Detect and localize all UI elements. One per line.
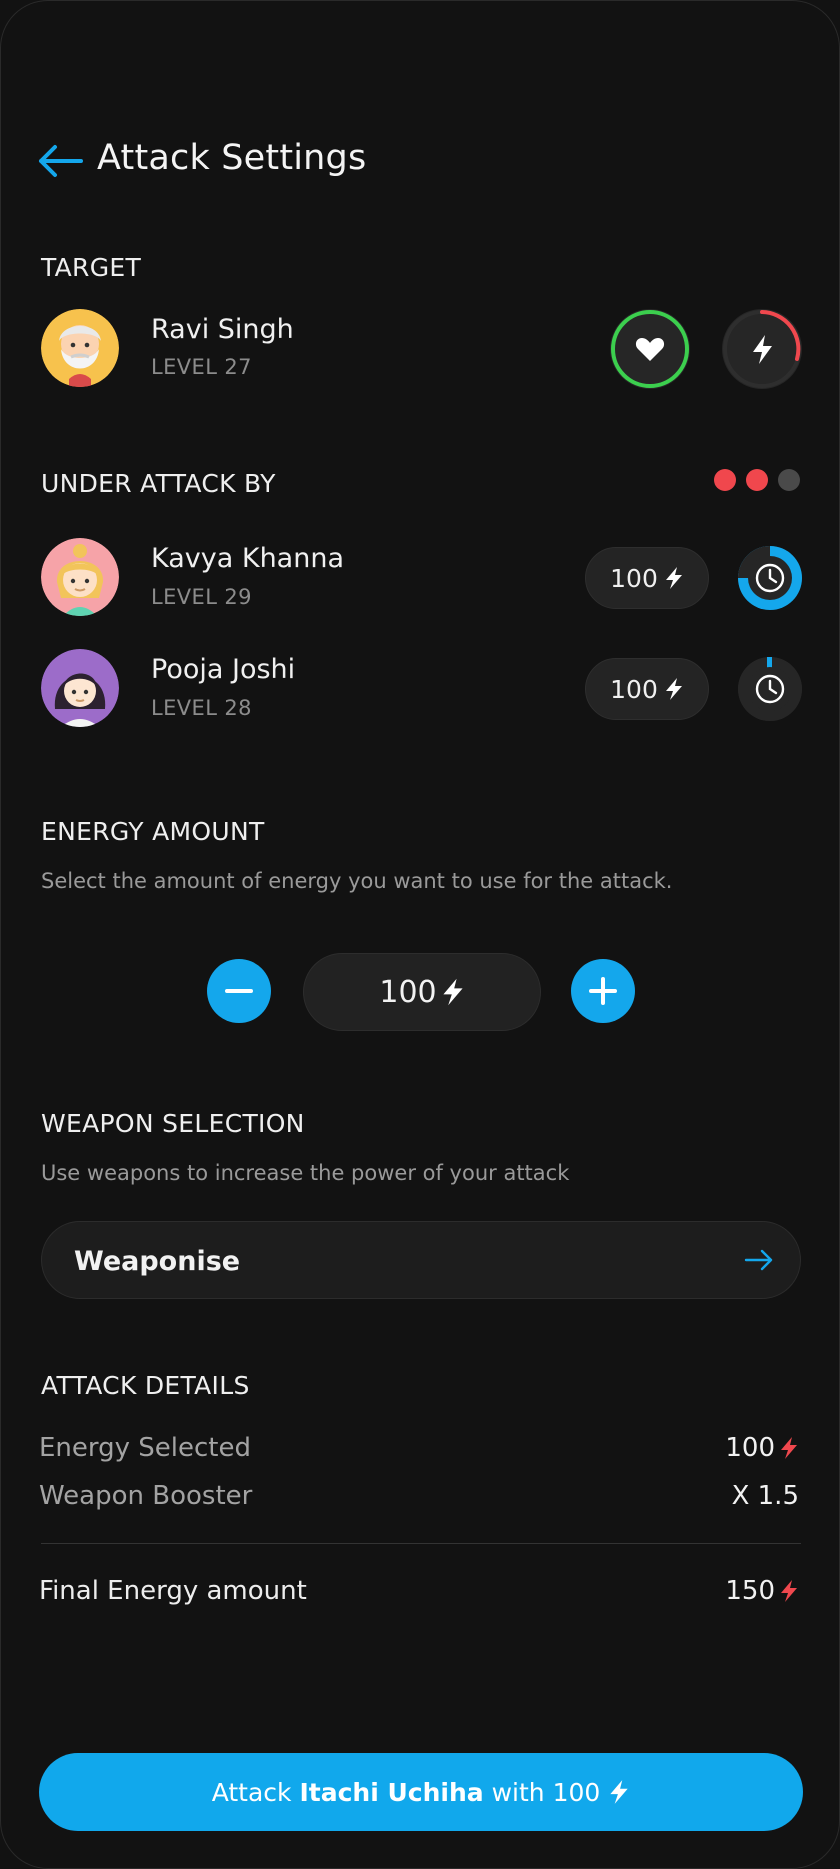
energy-selected-value: 100 [725,1433,799,1463]
energy-ring [722,309,802,389]
bolt-icon [665,567,682,589]
target-name: Ravi Singh [151,314,294,345]
weapon-selection-section-label: WEAPON SELECTION [41,1109,305,1138]
decrease-energy-button[interactable] [207,959,271,1023]
weapon-booster-label: Weapon Booster [39,1481,253,1511]
back-arrow-icon[interactable] [37,143,83,179]
energy-amount-value: 100 [379,974,437,1010]
weapon-selector-label: Weaponise [74,1246,241,1277]
attack-button[interactable]: Attack Itachi Uchiha with 100 [39,1753,803,1831]
attacker-avatar [41,538,119,616]
weapon-selector[interactable]: Weaponise [41,1221,801,1299]
attack-indicator-dot [746,469,768,491]
heart-icon [635,338,665,361]
attacker-energy-value: 100 [610,674,658,704]
attacker-level: LEVEL 28 [151,696,252,720]
energy-amount-section-label: ENERGY AMOUNT [41,817,265,846]
attack-indicator-dot [714,469,736,491]
weapon-selection-hint: Use weapons to increase the power of you… [41,1161,570,1185]
attacker-level: LEVEL 29 [151,585,252,609]
target-section-label: TARGET [41,253,142,282]
increase-energy-button[interactable] [571,959,635,1023]
energy-amount-hint: Select the amount of energy you want to … [41,869,673,893]
details-divider [41,1543,801,1544]
bolt-icon [443,978,463,1006]
energy-amount-display: 100 [303,953,541,1031]
attack-details-section-label: ATTACK DETAILS [41,1371,250,1400]
attack-button-target: Itachi Uchiha [299,1777,484,1807]
attacker-energy-pill[interactable]: 100 [585,658,709,720]
under-attack-section-label: UNDER ATTACK BY [41,469,276,498]
bolt-icon [610,1780,628,1804]
energy-selected-number: 100 [725,1433,775,1463]
energy-selected-label: Energy Selected [39,1433,251,1463]
attack-timer [738,657,802,721]
attacker-name: Kavya Khanna [151,543,344,574]
page-title: Attack Settings [97,138,367,178]
final-energy-label: Final Energy amount [39,1576,307,1606]
arrow-right-icon [744,1249,773,1271]
final-energy-number: 150 [725,1576,775,1606]
bolt-icon [665,678,682,700]
bolt-icon [781,1580,797,1602]
target-avatar [41,309,119,387]
attack-settings-screen: Attack Settings TARGET Ravi Singh LEVEL … [0,0,840,1869]
plus-icon [589,977,617,1005]
weapon-booster-value: X 1.5 [731,1481,799,1511]
bolt-icon [753,335,772,364]
attack-button-suffix: with 100 [483,1777,601,1807]
attack-button-prefix: Attack [211,1777,300,1807]
attack-timer [738,546,802,610]
attack-indicator-dot [778,469,800,491]
target-level: LEVEL 27 [151,355,252,379]
attacker-avatar [41,649,119,727]
attacker-energy-pill[interactable]: 100 [585,547,709,609]
final-energy-value: 150 [725,1576,799,1606]
health-ring [610,309,690,389]
minus-icon [225,989,253,993]
bolt-icon [781,1437,797,1459]
attacker-name: Pooja Joshi [151,654,296,685]
attacker-energy-value: 100 [610,563,658,593]
